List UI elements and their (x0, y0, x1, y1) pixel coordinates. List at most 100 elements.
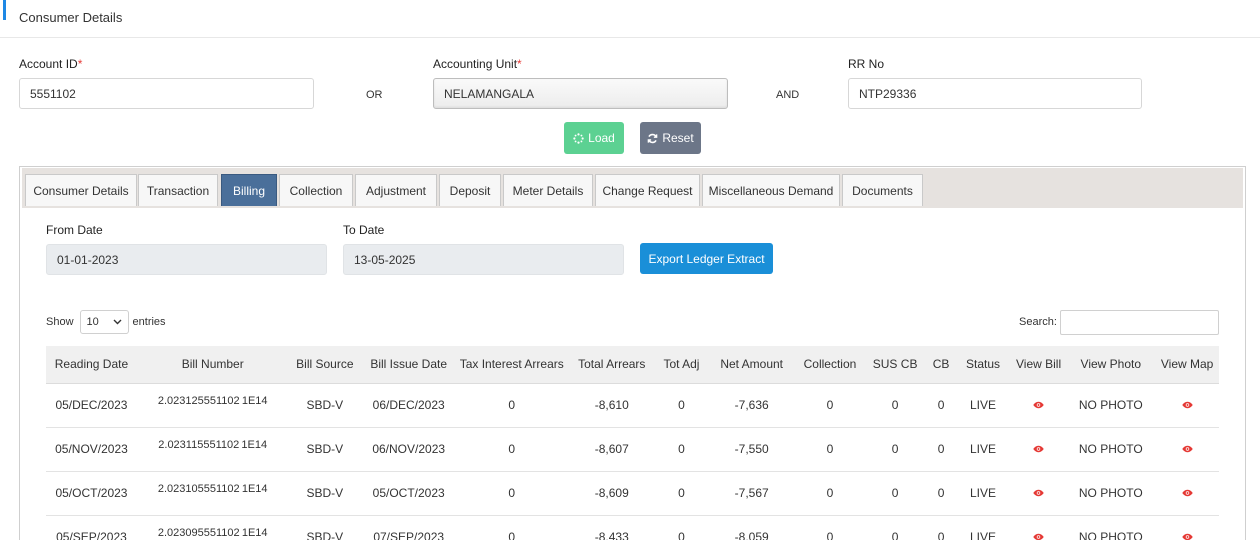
view-photo-cell: NO PHOTO (1066, 383, 1156, 428)
total-arrears-cell: -8,433 (567, 515, 657, 540)
net-amount-cell: -7,636 (706, 383, 797, 428)
view-map-cell (1155, 383, 1219, 428)
export-ledger-button[interactable]: Export Ledger Extract (640, 243, 773, 274)
chevron-down-icon (113, 319, 122, 325)
tab-change-request[interactable]: Change Request (595, 174, 700, 206)
accounting-unit-select[interactable]: NELAMANGALA (433, 78, 728, 109)
view-bill-cell (1010, 427, 1067, 472)
tab-adjustment[interactable]: Adjustment (355, 174, 437, 206)
refresh-icon (647, 133, 658, 144)
tax-interest-arrears-cell: 0 (456, 515, 568, 540)
entries-length-control: Show 10 entries (46, 310, 166, 334)
total-arrears-cell: -8,609 (567, 471, 657, 516)
sus-cb-cell: 0 (863, 427, 927, 472)
col-tot-adj[interactable]: Tot Adj (656, 346, 707, 384)
view-map-cell (1155, 427, 1219, 472)
table-row: 05/DEC/2023 2.023125551102 1E14 SBD-V 06… (46, 383, 1219, 428)
net-amount-cell: -7,550 (706, 427, 797, 472)
col-net-amount[interactable]: Net Amount (706, 346, 797, 384)
tot-adj-cell: 0 (656, 471, 707, 516)
tab-billing[interactable]: Billing (221, 174, 277, 206)
eye-icon[interactable] (1033, 445, 1044, 453)
bill-number-cell: 2.023105551102 1E14 (136, 471, 289, 516)
tab-transaction[interactable]: Transaction (138, 174, 218, 206)
load-button[interactable]: Load (564, 122, 624, 154)
col-sus-cb[interactable]: SUS CB (863, 346, 927, 384)
bill-issue-date-cell: 07/SEP/2023 (361, 515, 457, 540)
bill-issue-date-cell: 06/DEC/2023 (361, 383, 457, 428)
cb-cell: 0 (926, 471, 956, 516)
collection-cell: 0 (796, 383, 864, 428)
table-row: 05/OCT/2023 2.023105551102 1E14 SBD-V 05… (46, 471, 1219, 516)
eye-icon[interactable] (1181, 445, 1193, 453)
collection-cell: 0 (796, 427, 864, 472)
rr-no-field[interactable]: NTP29336 (848, 78, 1142, 109)
table-row: 05/NOV/2023 2.023115551102 1E14 SBD-V 06… (46, 427, 1219, 472)
tot-adj-cell: 0 (656, 427, 707, 472)
eye-icon[interactable] (1181, 533, 1193, 540)
eye-icon[interactable] (1181, 489, 1193, 497)
tab-meter-details[interactable]: Meter Details (503, 174, 593, 206)
eye-icon[interactable] (1033, 533, 1044, 540)
tab-documents[interactable]: Documents (842, 174, 923, 206)
tab-consumer-details[interactable]: Consumer Details (25, 174, 137, 206)
bill-number-cell: 2.023125551102 1E14 (136, 383, 289, 428)
bill-source-cell: SBD-V (288, 383, 362, 428)
bill-issue-date-cell: 05/OCT/2023 (361, 471, 457, 516)
section-header: Consumer Details (0, 0, 1260, 38)
col-reading-date[interactable]: Reading Date (46, 346, 137, 384)
bill-number-cell: 2.023095551102 1E14 (136, 515, 289, 540)
view-photo-cell: NO PHOTO (1066, 471, 1156, 516)
rr-no-label: RR No (848, 57, 885, 71)
from-date-field[interactable]: 01-01-2023 (46, 244, 327, 275)
status-cell: LIVE (955, 427, 1011, 472)
reading-date-cell: 05/SEP/2023 (46, 515, 137, 540)
tab-deposit[interactable]: Deposit (439, 174, 501, 206)
entries-select[interactable]: 10 (79, 310, 129, 334)
reset-label: Reset (662, 131, 694, 145)
search-input[interactable] (1060, 310, 1219, 335)
reset-button[interactable]: Reset (640, 122, 701, 154)
view-bill-cell (1010, 515, 1067, 540)
view-bill-cell (1010, 383, 1067, 428)
col-bill-source[interactable]: Bill Source (288, 346, 362, 384)
to-date-field[interactable]: 13-05-2025 (343, 244, 624, 275)
col-bill-number[interactable]: Bill Number (136, 346, 289, 384)
status-cell: LIVE (955, 515, 1011, 540)
page-title: Consumer Details (19, 10, 123, 25)
bill-number-cell: 2.023115551102 1E14 (136, 427, 289, 472)
account-id-field[interactable]: 5551102 (19, 78, 314, 109)
col-status[interactable]: Status (955, 346, 1011, 384)
col-view-map[interactable]: View Map (1155, 346, 1219, 384)
billing-table: Reading Date Bill Number Bill Source Bil… (46, 346, 1219, 540)
bill-source-cell: SBD-V (288, 427, 362, 472)
header-accent-bar (3, 0, 6, 20)
col-bill-issue-date[interactable]: Bill Issue Date (361, 346, 457, 384)
load-label: Load (588, 131, 615, 145)
col-tax-interest-arrears[interactable]: Tax Interest Arrears (456, 346, 568, 384)
and-label: AND (776, 89, 800, 101)
eye-icon[interactable] (1181, 401, 1193, 409)
status-cell: LIVE (955, 471, 1011, 516)
eye-icon[interactable] (1033, 489, 1044, 497)
sus-cb-cell: 0 (863, 383, 927, 428)
table-header-row: Reading Date Bill Number Bill Source Bil… (46, 346, 1219, 384)
eye-icon[interactable] (1033, 401, 1044, 409)
cb-cell: 0 (926, 383, 956, 428)
tab-miscellaneous-demand[interactable]: Miscellaneous Demand (702, 174, 840, 206)
show-label: Show (46, 316, 74, 328)
bill-issue-date-cell: 06/NOV/2023 (361, 427, 457, 472)
bill-source-cell: SBD-V (288, 515, 362, 540)
reading-date-cell: 05/NOV/2023 (46, 427, 137, 472)
col-collection[interactable]: Collection (796, 346, 864, 384)
tot-adj-cell: 0 (656, 515, 707, 540)
col-view-photo[interactable]: View Photo (1066, 346, 1156, 384)
entries-value: 10 (86, 316, 99, 328)
col-view-bill[interactable]: View Bill (1010, 346, 1067, 384)
tab-collection[interactable]: Collection (279, 174, 353, 206)
col-cb[interactable]: CB (926, 346, 956, 384)
view-photo-cell: NO PHOTO (1066, 427, 1156, 472)
table-row: 05/SEP/2023 2.023095551102 1E14 SBD-V 07… (46, 515, 1219, 540)
sus-cb-cell: 0 (863, 515, 927, 540)
col-total-arrears[interactable]: Total Arrears (567, 346, 657, 384)
